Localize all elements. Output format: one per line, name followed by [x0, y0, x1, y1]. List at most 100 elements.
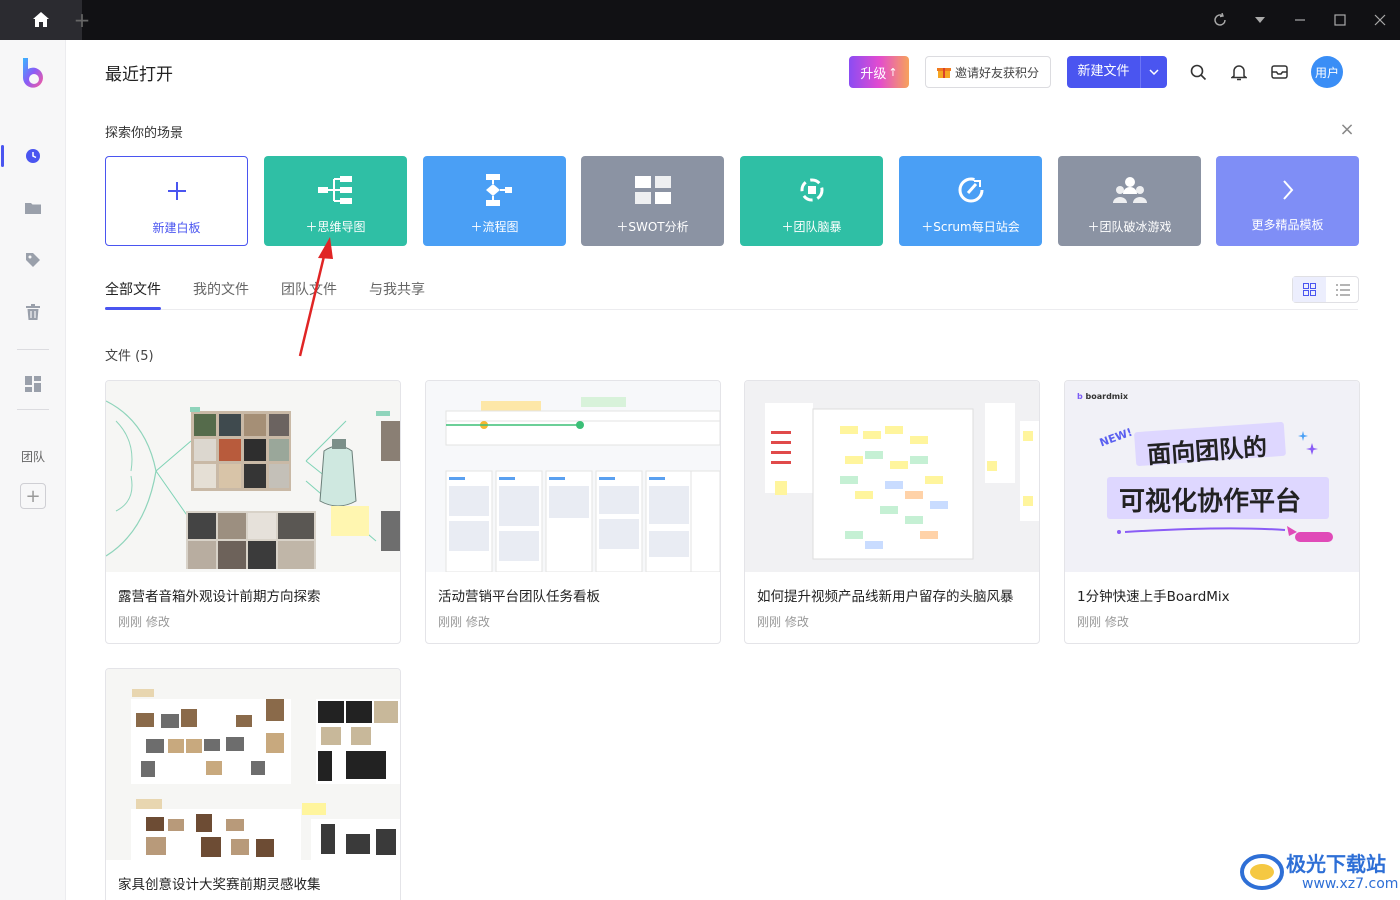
file-thumbnail: b boardmix NEW! 面向团队的 可视化协作平台 — [1065, 381, 1359, 572]
file-meta: 刚刚 修改 — [118, 615, 170, 629]
new-tab-button[interactable]: + — [72, 8, 92, 32]
file-card[interactable]: 家具创意设计大奖赛前期灵感收集 — [105, 668, 401, 900]
refresh-icon[interactable] — [1208, 8, 1232, 32]
files-count: 文件 (5) — [105, 349, 154, 364]
watermark: 极光下载站 www.xz7.com — [1240, 846, 1400, 900]
swot-icon — [581, 174, 724, 206]
recent-icon[interactable] — [22, 145, 44, 167]
file-thumbnail — [745, 381, 1039, 572]
tab-all-files[interactable]: 全部文件 — [105, 279, 161, 299]
templates-icon[interactable] — [22, 373, 44, 395]
watermark-url: www.xz7.com — [1302, 876, 1399, 892]
file-title: 露营者音箱外观设计前期方向探索 — [118, 589, 321, 605]
template-label: 更多精品模板 — [1251, 218, 1324, 232]
template-new-whiteboard[interactable]: 新建白板 — [105, 156, 248, 246]
chevron-right-icon — [1216, 174, 1359, 206]
new-file-label: 新建文件 — [1077, 64, 1130, 79]
watermark-logo — [1240, 854, 1284, 890]
gift-icon — [936, 68, 951, 78]
template-more[interactable]: 更多精品模板 — [1216, 156, 1359, 246]
template-flowchart[interactable]: ＋流程图 — [423, 156, 566, 246]
tab-my-files[interactable]: 我的文件 — [193, 279, 249, 299]
upgrade-button[interactable]: 升级 ↑ — [849, 56, 909, 88]
template-label: ＋团队破冰游戏 — [1087, 220, 1172, 234]
folder-icon[interactable] — [22, 197, 44, 219]
template-icebreaker[interactable]: ＋团队破冰游戏 — [1058, 156, 1201, 246]
file-card[interactable]: 活动营销平台团队任务看板 刚刚 修改 — [425, 380, 721, 644]
watermark-text: 极光下载站 — [1286, 852, 1386, 876]
tabs-divider — [105, 309, 1358, 310]
invite-label: 邀请好友获积分 — [954, 65, 1039, 80]
sidebar-divider — [17, 349, 49, 350]
list-view-icon[interactable] — [1326, 277, 1359, 302]
active-tab-indicator — [105, 307, 161, 310]
sparkle-icon — [1298, 431, 1318, 455]
arrow-up-icon: ↑ — [888, 65, 898, 79]
brainstorm-icon — [740, 174, 883, 206]
template-mindmap[interactable]: ＋思维导图 — [264, 156, 407, 246]
scrum-icon — [899, 174, 1042, 206]
file-thumbnail — [106, 381, 400, 572]
file-thumbnail — [106, 669, 400, 860]
bell-icon[interactable] — [1228, 61, 1250, 83]
underline-decoration — [1117, 526, 1333, 542]
file-card[interactable]: b boardmix NEW! 面向团队的 可视化协作平台 1分钟快速上手Boa… — [1064, 380, 1360, 644]
template-label: ＋流程图 — [470, 220, 519, 234]
boardmix-logo[interactable] — [19, 56, 49, 90]
upgrade-label: 升级 — [860, 66, 887, 82]
template-swot[interactable]: ＋SWOT分析 — [581, 156, 724, 246]
sidebar-divider — [17, 409, 49, 410]
minimize-icon[interactable] — [1288, 8, 1312, 32]
promo-badge: NEW! — [1097, 425, 1135, 450]
template-label: ＋思维导图 — [305, 220, 366, 234]
home-tab[interactable] — [0, 0, 82, 40]
new-file-button[interactable]: 新建文件 — [1067, 56, 1167, 88]
avatar[interactable]: 用户 — [1311, 56, 1343, 88]
file-title: 1分钟快速上手BoardMix — [1077, 589, 1230, 605]
active-indicator — [1, 145, 4, 167]
team-label: 团队 — [20, 450, 45, 464]
team-icon — [1058, 174, 1201, 206]
grid-view-icon[interactable] — [1293, 277, 1326, 302]
file-title: 如何提升视频产品线新用户留存的头脑风暴 — [757, 589, 1014, 605]
dropdown-icon[interactable] — [1248, 8, 1272, 32]
template-label: ＋团队脑暴 — [781, 220, 842, 234]
file-card[interactable]: 露营者音箱外观设计前期方向探索 刚刚 修改 — [105, 380, 401, 644]
file-title: 活动营销平台团队任务看板 — [438, 589, 600, 605]
tag-icon[interactable] — [22, 249, 44, 271]
template-label: 新建白板 — [152, 221, 201, 235]
plus-icon — [106, 175, 247, 207]
template-brainstorm[interactable]: ＋团队脑暴 — [740, 156, 883, 246]
promo-line-2: 可视化协作平台 — [1119, 487, 1302, 517]
search-icon[interactable] — [1187, 61, 1209, 83]
tab-shared[interactable]: 与我共享 — [369, 279, 425, 299]
file-meta: 刚刚 修改 — [1077, 615, 1129, 629]
inbox-icon[interactable] — [1268, 61, 1290, 83]
close-window-icon[interactable] — [1368, 8, 1392, 32]
promo-line-1: 面向团队的 — [1146, 432, 1269, 470]
promo-brand: b boardmix — [1077, 392, 1129, 401]
view-toggle — [1292, 276, 1359, 303]
trash-icon[interactable] — [22, 301, 44, 323]
maximize-icon[interactable] — [1328, 8, 1352, 32]
template-label: ＋SWOT分析 — [616, 220, 689, 234]
title-bar: + — [0, 0, 1400, 40]
file-card[interactable]: 如何提升视频产品线新用户留存的头脑风暴 刚刚 修改 — [744, 380, 1040, 644]
mindmap-icon — [264, 174, 407, 206]
home-icon — [33, 12, 49, 27]
flowchart-icon — [423, 174, 566, 206]
explore-label: 探索你的场景 — [105, 126, 184, 141]
template-label: ＋Scrum每日站会 — [921, 220, 1020, 234]
close-icon[interactable]: × — [1338, 121, 1356, 139]
boardmix-mini-logo: b — [1077, 392, 1086, 401]
sidebar: 团队 + — [0, 40, 66, 900]
tab-team-files[interactable]: 团队文件 — [281, 279, 337, 299]
chevron-down-icon[interactable] — [1141, 56, 1167, 88]
invite-button[interactable]: 邀请好友获积分 — [925, 56, 1051, 88]
page-title: 最近打开 — [105, 65, 173, 85]
file-meta: 刚刚 修改 — [757, 615, 809, 629]
template-scrum[interactable]: ＋Scrum每日站会 — [899, 156, 1042, 246]
file-thumbnail — [426, 381, 720, 572]
file-title: 家具创意设计大奖赛前期灵感收集 — [118, 877, 321, 893]
add-team-button[interactable]: + — [20, 483, 46, 509]
